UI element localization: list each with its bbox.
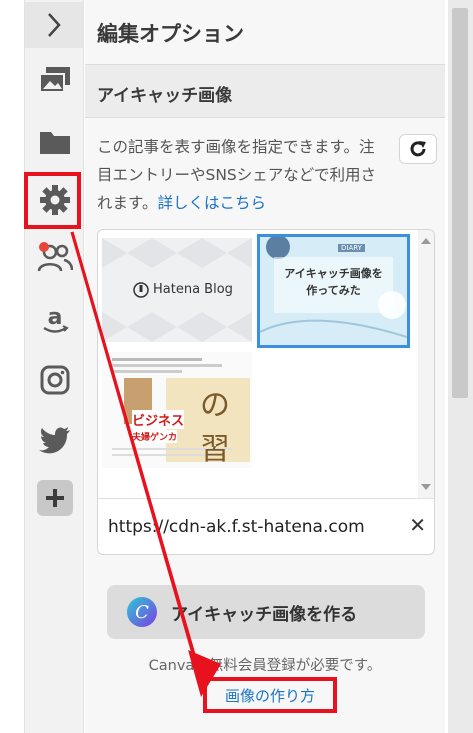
panel-title: 編集オプション (97, 22, 244, 46)
howto-link[interactable]: 画像の作り方 (203, 677, 337, 713)
amazon-icon: a (43, 305, 69, 333)
book-big-chars: の習 (200, 388, 230, 467)
twitter-button[interactable] (33, 418, 77, 462)
notification-dot (39, 242, 49, 252)
edit-options-panel: 編集オプション アイキャッチ画像 この記事を表す画像を指定できます。注目エントリ… (85, 0, 445, 733)
folder-button[interactable] (33, 120, 77, 164)
refresh-button[interactable] (399, 134, 437, 164)
canva-logo-icon: C (127, 597, 157, 627)
hatena-blog-label: Hatena Blog (153, 282, 233, 297)
clear-url-icon[interactable]: ✕ (409, 513, 426, 537)
plus-icon (37, 480, 73, 516)
eyecatch-tag: DIARY (338, 244, 365, 252)
icon-rail: a (24, 0, 84, 733)
scroll-up-icon (421, 238, 431, 244)
image-picker: Hatena Blog DIARY アイキャッチ画像を 作ってみた の習 ビジネ… (97, 229, 435, 555)
thumbnail-hatena-blog[interactable]: Hatena Blog (102, 238, 252, 342)
chevron-right-icon (48, 13, 61, 37)
left-edge (0, 0, 24, 733)
details-link[interactable]: 詳しくはこちら (157, 194, 266, 212)
canva-note: Canvaの無料会員登録が必要です。 (148, 658, 382, 674)
images-button[interactable] (33, 58, 77, 102)
section-title: アイキャッチ画像 (97, 86, 233, 106)
panel-scrollbar-thumb[interactable] (452, 8, 468, 398)
thumbnail-book-tweet[interactable]: の習 ビジネス 夫婦ゲンカ (102, 352, 252, 468)
twitter-icon (39, 427, 70, 454)
folder-icon (40, 132, 70, 154)
create-eyecatch-label: アイキャッチ画像を作る (171, 604, 358, 625)
book-sub-text: 夫婦ゲンカ (132, 430, 178, 443)
refresh-icon (410, 141, 426, 157)
section-description: この記事を表す画像を指定できます。注目エントリーやSNSシェアなどで利用されます… (97, 133, 389, 217)
svg-text:a: a (48, 305, 63, 330)
add-button[interactable] (33, 476, 77, 520)
settings-highlight-box (24, 172, 81, 229)
image-url-field[interactable]: https://cdn-ak.f.st-hatena.com (108, 517, 386, 537)
images-icon (39, 67, 70, 93)
eyecatch-title-line2: 作ってみた (306, 284, 361, 297)
amazon-button[interactable]: a (33, 298, 77, 342)
eyecatch-title-line1: アイキャッチ画像を (284, 267, 383, 280)
instagram-button[interactable] (33, 358, 77, 402)
book-red-text: ビジネス (132, 410, 185, 429)
create-eyecatch-button[interactable]: C アイキャッチ画像を作る (107, 585, 425, 639)
image-url-row: https://cdn-ak.f.st-hatena.com ✕ (98, 498, 434, 554)
image-scrollbar[interactable] (418, 230, 434, 498)
thumbnail-eyecatch-selected[interactable]: DIARY アイキャッチ画像を 作ってみた (257, 234, 410, 348)
scroll-down-icon (421, 484, 431, 490)
instagram-icon (40, 365, 70, 395)
collapse-button[interactable] (25, 2, 83, 48)
panel-scrollbar[interactable] (448, 0, 473, 733)
eyecatch-section-header[interactable]: アイキャッチ画像 (85, 64, 445, 118)
users-button[interactable] (33, 236, 77, 280)
